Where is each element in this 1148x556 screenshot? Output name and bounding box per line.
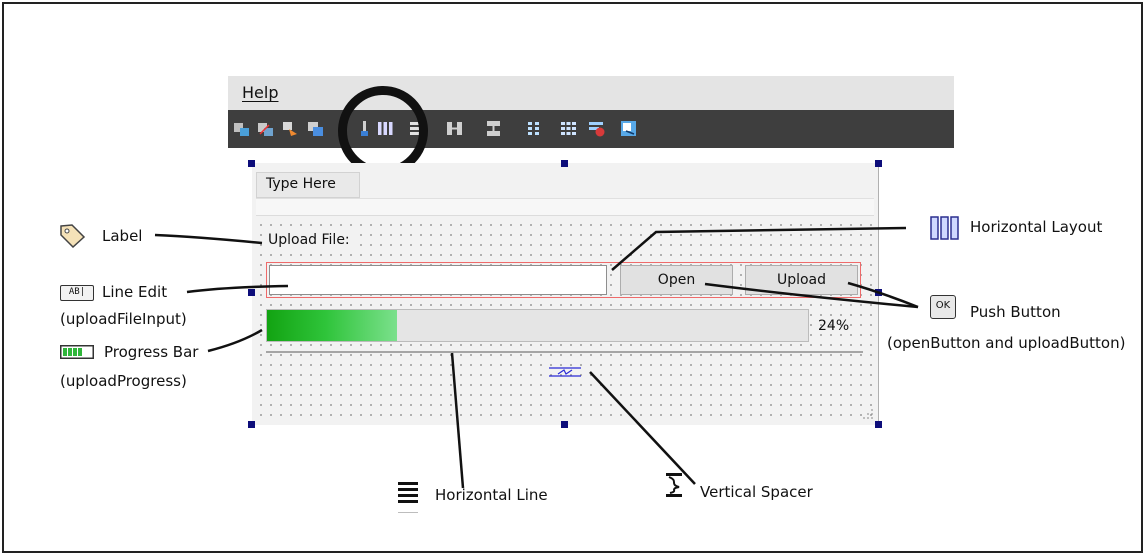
label-tag-icon [60,224,86,248]
push-button-annotation: Push Button [970,303,1061,321]
horizontal-line-callout-line [450,352,465,489]
vertical-spacer-annotation: Vertical Spacer [700,483,813,501]
progress-bar-annotation: Progress Bar [104,343,199,361]
progress-bar-callout-line [207,328,263,353]
line-edit-callout-line [186,284,289,294]
horizontal-line-annotation: Horizontal Line [435,486,548,504]
vertical-spacer-callout-line [589,371,696,485]
push-button-object-names: (openButton and uploadButton) [887,334,1126,352]
progress-bar-icon [60,345,94,359]
vertical-spacer-icon [666,473,682,497]
label-callout-line [154,233,263,245]
horizontal-line-icon [398,482,418,513]
label-annotation: Label [102,227,143,245]
line-edit-annotation: Line Edit [102,283,168,301]
line-edit-icon: AB| [60,285,94,301]
horizontal-layout-annotation: Horizontal Layout [970,218,1103,236]
callout-lines [154,226,919,489]
push-button-icon: OK [930,295,956,319]
line-edit-object-name: (uploadFileInput) [60,310,187,328]
horizontal-layout-icon [930,216,959,240]
progress-bar-object-name: (uploadProgress) [60,372,187,390]
horizontal-layout-callout-line [611,226,907,271]
